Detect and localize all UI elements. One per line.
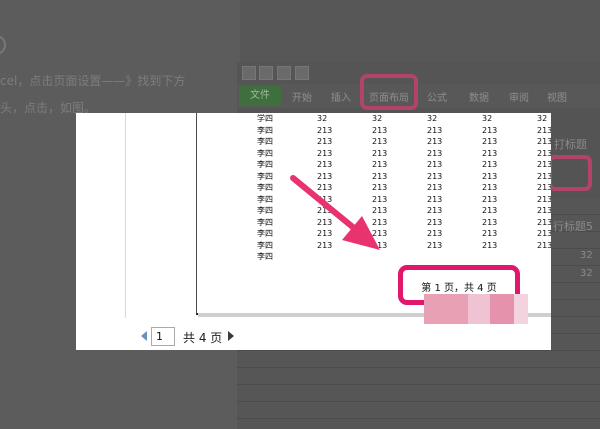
annotation-arrow-icon [290,175,380,250]
